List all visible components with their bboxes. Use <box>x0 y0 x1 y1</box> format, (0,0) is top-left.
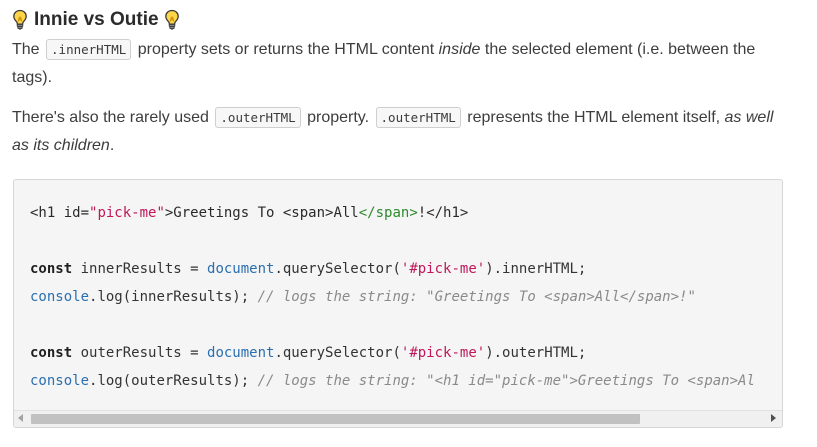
code-token: innerResults = <box>72 261 208 277</box>
code-token: </span> <box>358 205 418 221</box>
code-token: .querySelector( <box>274 261 401 277</box>
inline-code: .outerHTML <box>375 107 461 128</box>
code-line: console.log(innerResults); // logs the s… <box>30 283 755 311</box>
code-keyword: const <box>30 345 73 361</box>
paragraph-text: The <box>12 41 40 58</box>
horizontal-scrollbar[interactable] <box>14 410 782 427</box>
heading-title: Innie vs Outie <box>34 9 159 30</box>
code-token: console <box>30 373 90 389</box>
paragraph-text: There's also the rarely used <box>12 109 209 126</box>
paragraph-text: property sets or returns the HTML conten… <box>137 41 435 58</box>
code-token: '#pick-me' <box>400 345 486 361</box>
code-keyword: const <box>30 261 73 277</box>
code-token: console <box>30 289 90 305</box>
code-line: <h1 id="pick-me">Greetings To <span>All<… <box>30 199 755 227</box>
emphasis-text: inside <box>438 41 481 58</box>
code-token: document <box>207 261 275 277</box>
code-line: const innerResults = document.querySelec… <box>30 255 755 283</box>
code-token: document <box>207 345 275 361</box>
inline-code: .outerHTML <box>215 107 301 128</box>
code-comment: // logs the string: "<h1 id="pick-me">Gr… <box>257 373 755 389</box>
code-line: const outerResults = document.querySelec… <box>30 339 755 367</box>
code-token: .log(outerResults); <box>89 373 258 389</box>
lightbulb-icon <box>13 9 27 30</box>
code-token: '#pick-me' <box>400 261 486 277</box>
scrollbar-thumb[interactable] <box>31 414 640 424</box>
section-heading: Innie vs Outie <box>12 6 180 34</box>
lightbulb-icon <box>164 9 179 30</box>
code-token: ).innerHTML; <box>485 261 587 277</box>
code-token: outerResults = <box>72 345 208 361</box>
paragraph-text: property. <box>307 109 370 126</box>
scroll-right-arrow-icon[interactable] <box>771 414 776 422</box>
inline-code: .innerHTML <box>46 39 132 60</box>
code-token: >Greetings To <span>All <box>164 205 359 221</box>
scroll-left-arrow-icon[interactable] <box>18 414 23 422</box>
paragraph-outerhtml: There's also the rarely used .outerHTML … <box>12 104 792 160</box>
code-token: <h1 id= <box>30 205 90 221</box>
code-token: "pick-me" <box>89 205 165 221</box>
code-token: .log(innerResults); <box>89 289 258 305</box>
code-token: .querySelector( <box>274 345 401 361</box>
paragraph-innerhtml: The .innerHTML property sets or returns … <box>12 36 792 92</box>
code-line: console.log(outerResults); // logs the s… <box>30 367 755 395</box>
code-lines: <h1 id="pick-me">Greetings To <span>All<… <box>30 199 755 395</box>
code-token: ).outerHTML; <box>485 345 587 361</box>
paragraph-text: . <box>109 137 115 154</box>
code-block: <h1 id="pick-me">Greetings To <span>All<… <box>13 179 783 428</box>
code-comment: // logs the string: "Greetings To <span>… <box>257 289 696 305</box>
paragraph-text: represents the HTML element itself, <box>467 109 721 126</box>
code-token: !</h1> <box>417 205 469 221</box>
